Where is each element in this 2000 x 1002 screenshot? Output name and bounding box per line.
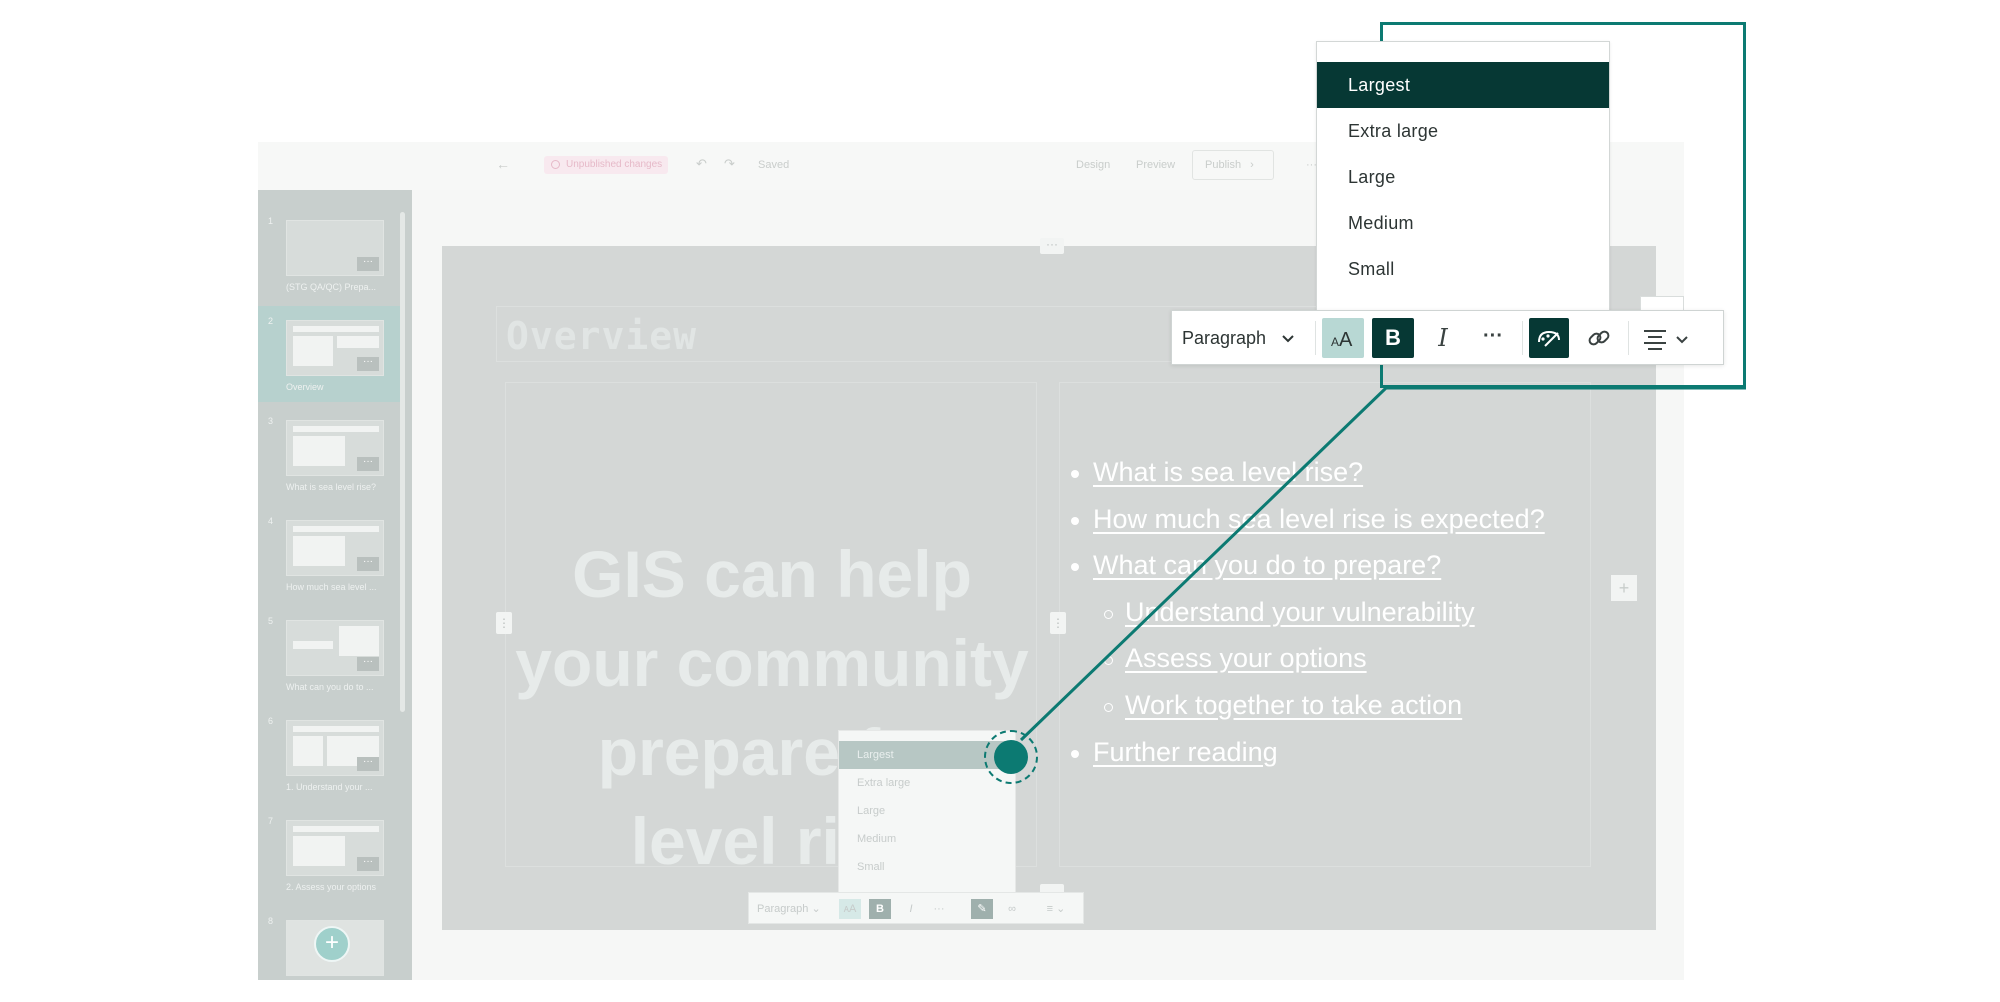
toolbar-divider [1315, 321, 1316, 355]
ai-assist-button[interactable] [1529, 318, 1569, 358]
format-toolbar: Paragraph A A B I ··· [1171, 310, 1724, 365]
size-option-small[interactable]: Small [1317, 246, 1609, 292]
size-option-medium[interactable]: Medium [1317, 200, 1609, 246]
callout-line [1019, 386, 1388, 742]
link-icon [1588, 330, 1610, 346]
text-size-button[interactable]: A A [1322, 318, 1364, 358]
bold-button[interactable]: B [1372, 318, 1414, 358]
link-button[interactable] [1578, 318, 1620, 358]
alignment-dropdown[interactable] [1636, 318, 1712, 358]
chevron-down-icon [1282, 335, 1294, 343]
ai-assist-icon [1538, 330, 1560, 347]
paragraph-label: Paragraph [1182, 328, 1267, 348]
svg-text:A: A [1339, 329, 1353, 351]
highlight-dot [994, 740, 1028, 774]
size-option-largest[interactable]: Largest [1317, 62, 1609, 108]
svg-text:A: A [1331, 335, 1339, 349]
text-size-menu: Largest Extra large Large Medium Small [1316, 41, 1610, 313]
align-center-icon [1644, 330, 1688, 350]
size-option-large[interactable]: Large [1317, 154, 1609, 200]
text-size-icon: A A [1331, 329, 1353, 351]
paragraph-dropdown[interactable]: Paragraph [1182, 318, 1312, 358]
toolbar-divider [1628, 321, 1629, 355]
size-option-extra-large[interactable]: Extra large [1317, 108, 1609, 154]
callout-connector [1019, 386, 1746, 742]
italic-button[interactable]: I [1422, 318, 1464, 358]
more-format-button[interactable]: ··· [1472, 318, 1514, 358]
toolbar-divider [1522, 321, 1523, 355]
